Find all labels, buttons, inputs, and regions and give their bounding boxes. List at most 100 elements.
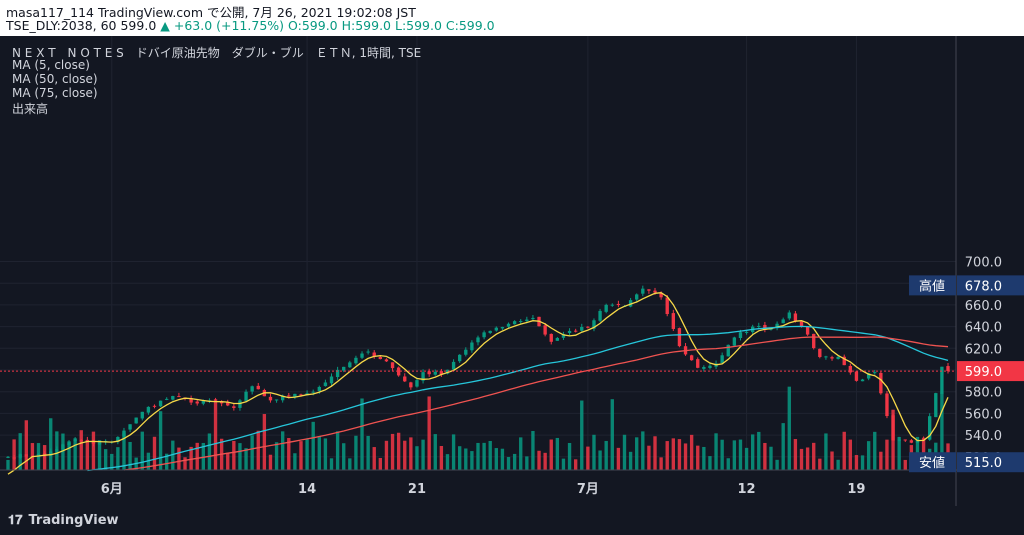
volume-bar xyxy=(818,458,822,470)
candle-body xyxy=(476,337,480,343)
volume-bar xyxy=(775,459,779,470)
volume-bar xyxy=(268,454,273,470)
volume-bar xyxy=(812,442,816,470)
volume-bar xyxy=(842,431,846,470)
volume-bar xyxy=(592,434,596,470)
volume-bar xyxy=(787,386,791,470)
volume-bar xyxy=(433,434,437,470)
candle-body xyxy=(653,290,657,293)
candle-body xyxy=(384,359,389,362)
volume-bar xyxy=(677,439,682,470)
volume-bar xyxy=(659,457,663,470)
volume-bar xyxy=(543,452,547,470)
volume-bar xyxy=(805,447,810,470)
candle-body xyxy=(689,355,694,361)
candle-body xyxy=(342,366,346,371)
volume-bar xyxy=(421,439,425,470)
candle-body xyxy=(61,444,65,450)
ohlc-values: O:599.0 H:599.0 L:599.0 C:599.0 xyxy=(288,18,495,33)
candle-body xyxy=(470,342,474,351)
candle-body xyxy=(891,415,895,441)
volume-bar xyxy=(580,400,584,470)
candle-body xyxy=(250,386,254,392)
plot-area[interactable] xyxy=(0,36,956,470)
time-tick-label: 6月 xyxy=(101,482,123,497)
candle-body xyxy=(329,376,334,384)
candle-body xyxy=(586,326,590,328)
volume-bar xyxy=(549,439,553,470)
legend-ma50[interactable]: MA (50, close) xyxy=(12,72,98,86)
time-tick-label: 7月 xyxy=(577,482,599,497)
candle-body xyxy=(97,442,102,445)
volume-bar xyxy=(653,436,657,470)
candle-body xyxy=(6,456,10,458)
candle-body xyxy=(140,411,144,419)
volume-bar xyxy=(458,446,462,470)
publish-header: masa117_114 TradingView.com で公開, 7月 26, … xyxy=(0,0,1024,36)
candle-body xyxy=(177,396,181,398)
volume-bar xyxy=(769,446,773,470)
candle-body xyxy=(134,417,138,424)
candle-body xyxy=(635,294,639,300)
volume-bar xyxy=(274,442,279,470)
candle-body xyxy=(403,376,407,382)
candle-body xyxy=(18,454,22,458)
tradingview-logo[interactable]: 𝟏𝟕 TradingView xyxy=(8,513,119,528)
candle-body xyxy=(366,351,370,353)
volume-bar xyxy=(860,455,865,470)
volume-bar xyxy=(360,398,364,470)
price-chart[interactable]: 520.0540.0560.0580.0600.0620.0640.0660.0… xyxy=(0,36,1024,506)
volume-bar xyxy=(744,447,749,470)
volume-bar xyxy=(732,440,737,470)
volume-bar xyxy=(348,458,352,470)
legend-ma5[interactable]: MA (5, close) xyxy=(12,58,90,72)
tradingview-brand: TradingView xyxy=(28,513,119,528)
candle-body xyxy=(55,449,59,451)
volume-bar xyxy=(512,453,517,470)
volume-bar xyxy=(427,396,431,470)
candle-body xyxy=(903,439,907,441)
candle-body xyxy=(287,395,291,397)
candle-body xyxy=(146,406,151,413)
last-price: 599.0 xyxy=(120,18,157,33)
volume-bar xyxy=(586,446,590,470)
candle-body xyxy=(610,304,614,306)
volume-bar xyxy=(866,441,871,470)
volume-bar xyxy=(763,442,767,470)
candle-body xyxy=(720,355,724,364)
volume-bar xyxy=(317,436,321,470)
candle-body xyxy=(616,303,621,306)
candle-body xyxy=(885,393,889,417)
candle-body xyxy=(158,400,163,407)
time-tick-label: 19 xyxy=(847,482,865,497)
tradingview-logo-icon: 𝟏𝟕 xyxy=(8,513,23,528)
volume-bar xyxy=(561,458,566,470)
legend-volume[interactable]: 出来高 xyxy=(12,100,48,117)
candle-body xyxy=(519,321,523,323)
volume-bar xyxy=(470,451,474,470)
price-tick-label: 700.0 xyxy=(965,256,1002,271)
volume-bar xyxy=(488,440,492,470)
volume-bar xyxy=(647,445,651,470)
volume-bar xyxy=(616,447,621,470)
volume-bar xyxy=(464,448,468,470)
price-tick-label: 620.0 xyxy=(965,342,1002,357)
volume-bar xyxy=(567,442,572,470)
volume-bar xyxy=(537,450,541,470)
volume-bar xyxy=(610,399,614,470)
candle-body xyxy=(12,457,16,459)
volume-bar xyxy=(329,458,334,470)
volume-bar xyxy=(708,456,712,470)
legend-ma75[interactable]: MA (75, close) xyxy=(12,86,98,100)
candle-body xyxy=(323,382,328,387)
volume-bar xyxy=(482,442,486,470)
price-tick-label: 660.0 xyxy=(965,299,1002,314)
volume-bar xyxy=(824,433,828,470)
price-tick-label: 640.0 xyxy=(965,321,1002,336)
time-tick-label: 21 xyxy=(408,482,426,497)
volume-bar xyxy=(207,433,212,470)
volume-bar xyxy=(409,437,413,470)
candle-body xyxy=(348,362,352,368)
time-axis[interactable]: 6月 14 21 7月 12 19 xyxy=(101,482,866,497)
candle-body xyxy=(696,359,700,368)
